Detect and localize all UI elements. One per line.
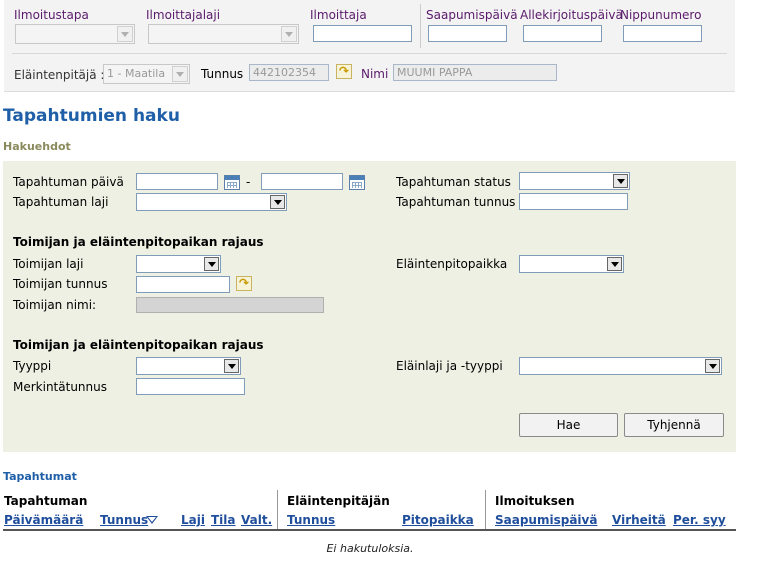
tapahtuman-status-select[interactable] [519,172,630,190]
elainlaji-tyyppi-select[interactable] [519,357,722,375]
lookup-icon[interactable]: ↷ [336,64,352,79]
toimijan-nimi-label: Toimijan nimi: [13,298,97,312]
sort-descending-icon-inner [148,517,156,522]
date-to-input[interactable] [261,173,343,190]
group-header-elaintenpitajan: Eläintenpitäjän [287,494,390,508]
results-title: Tapahtumat [3,470,77,483]
column-tila[interactable]: Tila [211,513,236,527]
toimijan-laji-select[interactable] [136,255,221,273]
column-valt[interactable]: Valt. [241,513,272,527]
section-title: Hakuehdot [3,140,71,153]
elainlaji-tyyppi-label: Eläinlaji ja -tyyppi [396,359,503,373]
column-laji[interactable]: Laji [181,513,205,527]
tunnus-field[interactable]: 442102354 [249,64,329,81]
toimijan-nimi-field [136,297,324,313]
tapahtuman-tunnus-label: Tapahtuman tunnus [396,195,516,209]
nimi-label: Nimi [361,67,389,81]
ilmoittaja-label: Ilmoittaja [310,8,367,22]
calendar-icon[interactable] [224,175,240,190]
group-header-tapahtuman: Tapahtuman [4,494,88,508]
column-divider [485,490,486,529]
nippunumero-label: Nippunumero [620,8,702,22]
column-elaintenpitaja-tunnus[interactable]: Tunnus [287,513,335,527]
tunnus-label: Tunnus [201,67,244,81]
elaintenpitopaikka-label: Eläintenpitopaikka [396,257,508,271]
tyyppi-select[interactable] [136,357,241,375]
empty-message: Ei hakutuloksia. [326,542,414,555]
chevron-down-icon [281,26,297,42]
group2-title: Toimijan ja eläintenpitopaikan rajaus [13,338,264,352]
ilmoitustapa-label: Ilmoitustapa [14,8,89,22]
column-per-syy[interactable]: Per. syy [673,513,726,527]
chevron-down-icon [224,359,239,373]
allekirjoituspaiva-input[interactable] [523,25,602,42]
tapahtuman-laji-label: Tapahtuman laji [13,195,109,209]
tapahtuman-laji-select[interactable] [136,193,287,211]
tapahtuman-tunnus-input[interactable] [519,193,628,210]
page-title: Tapahtumien haku [3,106,180,126]
chevron-down-icon [705,359,720,373]
chevron-down-icon [613,174,628,188]
lookup-icon[interactable]: ↷ [236,276,252,291]
group-header-ilmoituksen: Ilmoituksen [495,494,575,508]
saapumispaiva-input[interactable] [428,25,507,42]
chevron-down-icon [607,257,622,271]
calendar-icon[interactable] [349,175,365,190]
elaintenpitaja-value: 1 - Maatila [107,67,166,80]
nimi-field[interactable]: MUUMI PAPPA [393,64,557,81]
column-saapumispaiva[interactable]: Saapumispäivä [495,513,597,527]
elaintenpitaja-select[interactable]: 1 - Maatila [103,64,190,84]
column-pitopaikka[interactable]: Pitopaikka [402,513,474,527]
toimijan-tunnus-label: Toimijan tunnus [13,277,108,291]
tyyppi-label: Tyyppi [13,359,52,373]
column-virheita[interactable]: Virheitä [612,513,666,527]
ilmoittaja-input[interactable] [313,25,412,42]
header-divider [420,4,421,48]
allekirjoituspaiva-label: Allekirjoituspäivä [520,8,623,22]
column-paivamaara[interactable]: Päivämäärä [4,513,83,527]
merkintatunnus-input[interactable] [136,378,245,395]
tyhjenna-button[interactable]: Tyhjennä [624,413,724,437]
merkintatunnus-label: Merkintätunnus [13,380,107,394]
group1-title: Toimijan ja eläintenpitopaikan rajaus [13,235,264,249]
saapumispaiva-label: Saapumispäivä [426,8,518,22]
tapahtuman-status-label: Tapahtuman status [396,175,511,189]
chevron-down-icon [204,257,219,271]
toimijan-laji-label: Toimijan laji [13,257,84,271]
table-header-border [3,529,736,531]
ilmoittajalaji-select[interactable] [148,24,299,44]
date-separator: - [246,175,251,189]
chevron-down-icon [172,66,188,82]
ilmoittajalaji-label: Ilmoittajalaji [146,8,221,22]
elaintenpitaja-label: Eläintenpitäjä : [14,68,105,82]
nippunumero-input[interactable] [623,25,702,42]
date-from-input[interactable] [136,173,218,190]
elaintenpitopaikka-select[interactable] [519,255,624,273]
hae-button[interactable]: Hae [519,413,618,437]
header-separator [12,53,727,54]
toimijan-tunnus-input[interactable] [136,276,230,293]
chevron-down-icon [117,26,133,42]
tapahtuman-paiva-label: Tapahtuman päivä [13,175,124,189]
chevron-down-icon [270,195,285,209]
column-divider [277,490,278,529]
column-tunnus[interactable]: Tunnus [100,513,148,527]
ilmoitustapa-select[interactable] [15,24,135,44]
